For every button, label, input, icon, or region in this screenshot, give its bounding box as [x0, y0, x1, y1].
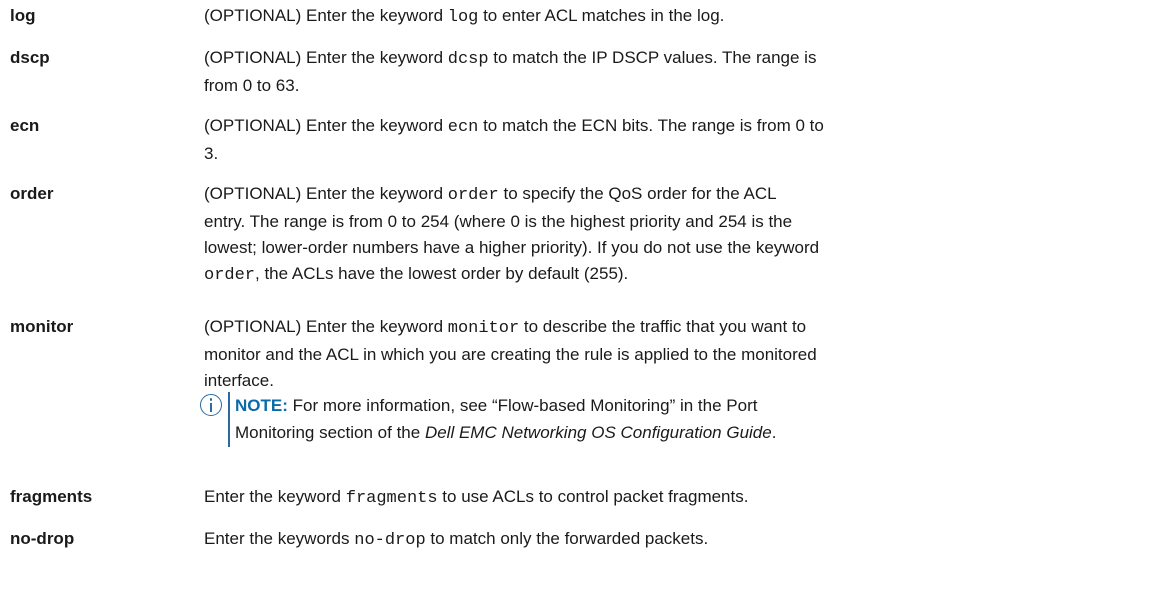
param-description: Enter the keywords no-drop to match only…	[204, 529, 709, 550]
param-term: no-drop	[10, 529, 75, 548]
param-description: (OPTIONAL) Enter the keyword monitor to …	[204, 317, 817, 390]
param-description: (OPTIONAL) Enter the keyword ecn to matc…	[204, 116, 824, 163]
keyword-code: order	[204, 266, 256, 285]
note-text: NOTE: For more information, see “Flow-ba…	[235, 396, 777, 442]
keyword-code: ecn	[447, 118, 479, 137]
param-description: Enter the keyword fragments to use ACLs …	[204, 487, 749, 508]
info-icon	[200, 394, 222, 416]
param-description: (OPTIONAL) Enter the keyword log to ente…	[204, 6, 725, 27]
param-term: fragments	[10, 487, 93, 506]
param-term: log	[10, 6, 36, 25]
param-description: (OPTIONAL) Enter the keyword dcsp to mat…	[204, 48, 817, 95]
note-rule	[228, 392, 230, 447]
param-description: (OPTIONAL) Enter the keyword order to sp…	[204, 184, 820, 285]
keyword-code: order	[447, 186, 499, 205]
note-label: NOTE:	[235, 396, 288, 415]
keyword-code: log	[447, 8, 479, 27]
param-term: ecn	[10, 116, 40, 135]
keyword-code: dcsp	[447, 50, 489, 69]
keyword-code: no-drop	[354, 531, 426, 550]
param-term: order	[10, 184, 54, 203]
param-term: dscp	[10, 48, 50, 67]
keyword-code: monitor	[447, 319, 520, 338]
guide-title: Dell EMC Networking OS Configuration Gui…	[424, 423, 772, 442]
param-term: monitor	[10, 317, 74, 336]
keyword-code: fragments	[345, 489, 438, 508]
